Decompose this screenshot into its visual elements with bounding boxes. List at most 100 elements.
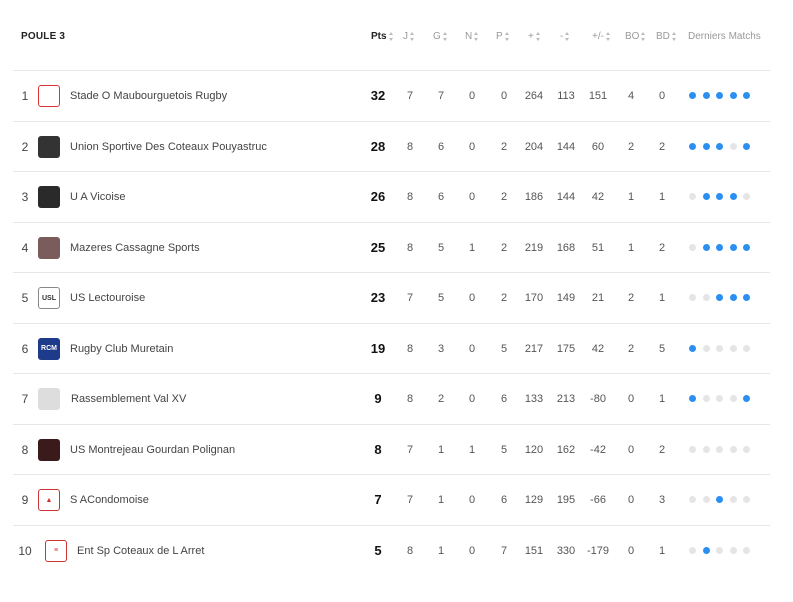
sort-arrows-icon[interactable] <box>565 32 570 41</box>
match-result-other[interactable] <box>702 294 710 301</box>
column-header-Pts[interactable]: Pts <box>371 31 394 42</box>
team-name-link[interactable]: S ACondomoise <box>70 475 149 525</box>
column-header-label: P <box>496 31 503 42</box>
match-result-other[interactable] <box>702 445 710 453</box>
table-row[interactable]: 4 Mazeres Cassagne Sports 25 8 5 1 2 219 168 51 1 2 <box>13 221 770 273</box>
table-row[interactable]: 1 Stade O Maubourguetois Rugby 32 7 7 0 0 264 11… <box>13 70 770 121</box>
sort-arrows-icon[interactable] <box>442 32 448 41</box>
column-header-BO[interactable]: BO <box>625 31 646 42</box>
match-result-win[interactable] <box>689 92 696 99</box>
table-row[interactable]: 10 ≡ Ent Sp Coteaux de L Arret 5 8 1 0 7 151 330-… <box>13 524 770 576</box>
match-result-other[interactable] <box>729 496 737 503</box>
match-result-win[interactable] <box>702 546 710 554</box>
sort-arrows-icon[interactable] <box>535 32 541 41</box>
match-result-other[interactable] <box>689 193 696 200</box>
match-result-other[interactable] <box>689 243 696 251</box>
match-result-win[interactable] <box>716 243 723 251</box>
team-name-link[interactable]: Ent Sp Coteaux de L Arret <box>77 526 204 576</box>
recent-matches <box>689 344 750 352</box>
match-result-win[interactable] <box>729 243 737 251</box>
match-result-other[interactable] <box>689 546 696 554</box>
sort-arrows-icon[interactable] <box>474 32 479 41</box>
match-result-win[interactable] <box>743 142 750 150</box>
match-result-win[interactable] <box>716 193 723 200</box>
sort-arrows-icon[interactable] <box>605 32 611 41</box>
match-result-win[interactable] <box>743 243 750 251</box>
match-result-win[interactable] <box>729 294 737 301</box>
match-result-other[interactable] <box>729 546 737 554</box>
match-result-other[interactable] <box>689 496 696 503</box>
table-row[interactable]: 5 USL US Lectouroise 23 7 5 0 2 170 149 21 2 1 <box>13 272 770 323</box>
match-result-win[interactable] <box>729 193 737 200</box>
match-result-other[interactable] <box>716 395 723 402</box>
match-result-win[interactable] <box>716 496 723 503</box>
column-header-col5[interactable]: + <box>528 31 541 42</box>
match-result-other[interactable] <box>743 496 750 503</box>
match-result-other[interactable] <box>729 142 737 150</box>
match-result-other[interactable] <box>716 445 723 453</box>
match-result-win[interactable] <box>743 395 750 402</box>
match-result-win[interactable] <box>716 294 723 301</box>
table-row[interactable]: 7 Rassemblement Val XV 9 8 2 0 6 133 213 -80 0 1 <box>13 373 770 424</box>
sort-arrows-icon[interactable] <box>410 32 415 41</box>
sort-arrows-icon[interactable] <box>388 32 394 41</box>
column-header-N[interactable]: N <box>465 31 479 42</box>
match-result-other[interactable] <box>729 445 737 453</box>
match-result-other[interactable] <box>743 344 750 352</box>
match-result-win[interactable] <box>689 142 696 150</box>
match-result-other[interactable] <box>702 395 710 402</box>
team-name-link[interactable]: US Montrejeau Gourdan Polignan <box>70 425 235 475</box>
match-result-win[interactable] <box>702 142 710 150</box>
cell-g: 5 <box>437 292 445 304</box>
match-result-win[interactable] <box>743 92 750 99</box>
team-name-link[interactable]: Rassemblement Val XV <box>71 374 186 424</box>
cell-plus: 133 <box>524 393 544 405</box>
match-result-win[interactable] <box>702 193 710 200</box>
match-result-win[interactable] <box>743 294 750 301</box>
cell-p: 5 <box>500 443 508 456</box>
column-header-col7[interactable]: +/- <box>592 31 611 42</box>
match-result-other[interactable] <box>743 546 750 554</box>
match-result-win[interactable] <box>729 92 737 99</box>
match-result-win[interactable] <box>702 243 710 251</box>
table-row[interactable]: 2 Union Sportive Des Coteaux Pouyastruc 28… <box>13 120 770 172</box>
match-result-other[interactable] <box>743 445 750 453</box>
match-result-other[interactable] <box>729 395 737 402</box>
match-result-other[interactable] <box>689 294 696 301</box>
team-name-link[interactable]: Stade O Maubourguetois Rugby <box>70 71 227 121</box>
match-result-other[interactable] <box>729 344 737 352</box>
match-result-win[interactable] <box>716 92 723 99</box>
table-row[interactable]: 8 US Montrejeau Gourdan Polignan 8 7 1 1 5 120 1… <box>13 423 770 475</box>
cell-bo: 2 <box>627 342 635 355</box>
match-result-other[interactable] <box>743 193 750 200</box>
sort-arrows-icon[interactable] <box>504 32 510 41</box>
column-header-derniers-matchs[interactable]: Derniers Matchs <box>688 31 761 42</box>
table-row[interactable]: 6 RCM Rugby Club Muretain 19 8 3 0 5 217 175 42 2 5 <box>13 322 770 374</box>
column-header-col6[interactable]: - <box>560 31 570 42</box>
cell-minus: 144 <box>556 140 576 153</box>
match-result-win[interactable] <box>689 344 696 352</box>
team-name-link[interactable]: U A Vicoise <box>70 172 125 222</box>
match-result-other[interactable] <box>716 344 723 352</box>
column-header-P[interactable]: P <box>496 31 510 42</box>
team-name-link[interactable]: Union Sportive Des Coteaux Pouyastruc <box>70 122 267 172</box>
match-result-other[interactable] <box>702 344 710 352</box>
team-name-link[interactable]: US Lectouroise <box>70 273 145 323</box>
sort-arrows-icon[interactable] <box>671 32 677 41</box>
cell-p: 6 <box>500 494 508 506</box>
column-header-J[interactable]: J <box>403 31 415 42</box>
match-result-win[interactable] <box>716 142 723 150</box>
match-result-other[interactable] <box>702 496 710 503</box>
table-row[interactable]: 3 U A Vicoise 26 8 6 0 2 186 144 42 1 1 <box>13 171 770 222</box>
column-header-G[interactable]: G <box>433 31 448 42</box>
match-result-win[interactable] <box>689 395 696 402</box>
column-header-BD[interactable]: BD <box>656 31 677 42</box>
match-result-other[interactable] <box>689 445 696 453</box>
sort-arrows-icon[interactable] <box>641 32 646 41</box>
match-result-win[interactable] <box>702 92 710 99</box>
team-name-link[interactable]: Rugby Club Muretain <box>70 324 173 374</box>
match-result-other[interactable] <box>716 546 723 554</box>
cell-pts: 8 <box>374 441 382 457</box>
table-row[interactable]: 9 ▲ S ACondomoise 7 7 1 0 6 129 195 -66 0 3 <box>13 474 770 525</box>
team-name-link[interactable]: Mazeres Cassagne Sports <box>70 223 200 273</box>
